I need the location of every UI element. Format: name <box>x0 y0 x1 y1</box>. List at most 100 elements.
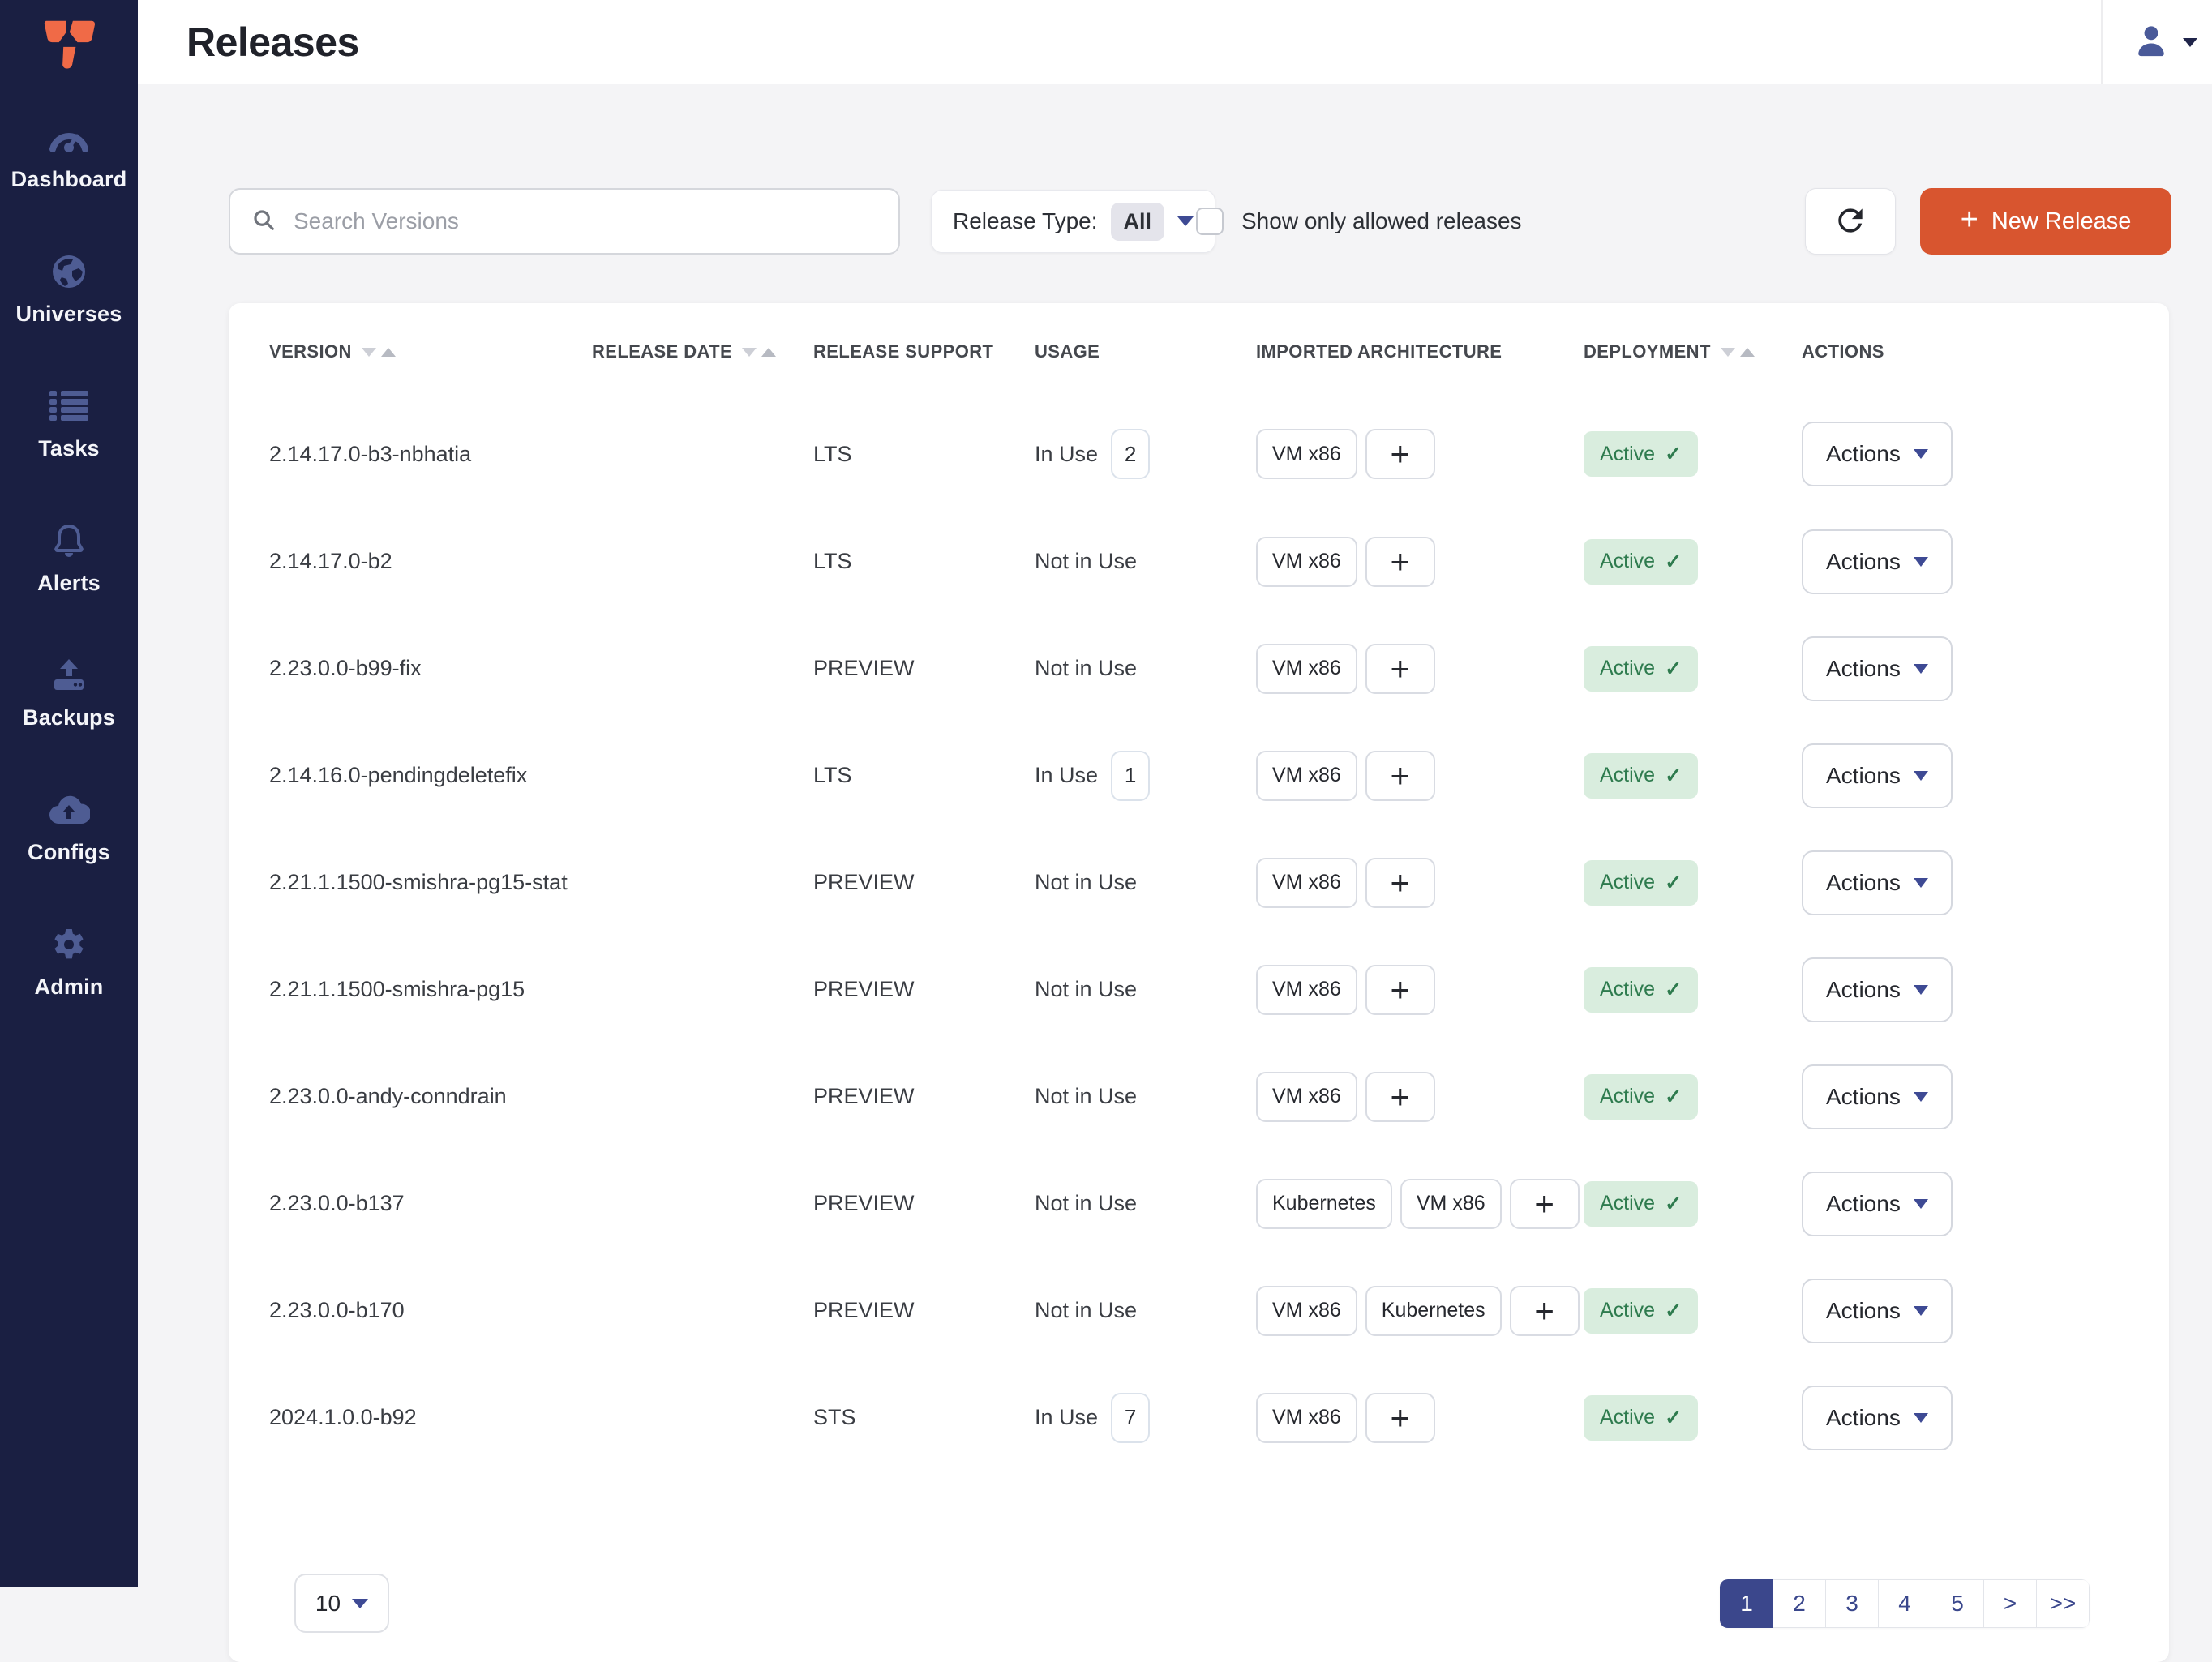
add-architecture-button[interactable]: + <box>1365 1393 1435 1443</box>
actions-label: Actions <box>1826 1298 1901 1324</box>
add-architecture-button[interactable]: + <box>1365 751 1435 801</box>
cloud-upload-icon <box>48 788 90 832</box>
architecture-chip: Kubernetes <box>1256 1179 1392 1229</box>
table-header-row: VERSION RELEASE DATE RELEASE SUPPORT USA… <box>269 303 2128 401</box>
check-icon: ✓ <box>1665 1406 1682 1430</box>
sidebar-item-universes[interactable]: Universes <box>0 238 138 327</box>
deployment-status-text: Active <box>1600 1406 1655 1429</box>
deployment-status-badge: Active ✓ <box>1584 860 1698 906</box>
pagination-page-5[interactable]: 5 <box>1931 1579 1984 1628</box>
sidebar-item-configs[interactable]: Configs <box>0 777 138 865</box>
add-architecture-button[interactable]: + <box>1510 1286 1580 1336</box>
usage-text: Not in Use <box>1035 1298 1137 1323</box>
release-support-text: LTS <box>813 442 852 467</box>
check-icon: ✓ <box>1665 657 1682 681</box>
search-input[interactable] <box>292 208 877 235</box>
pagination-page-1[interactable]: 1 <box>1720 1579 1773 1628</box>
deployment-cell: Active✓ <box>1584 1288 1802 1334</box>
release-support-text: PREVIEW <box>813 656 915 681</box>
chevron-down-icon <box>1914 1306 1928 1316</box>
pagination-page-3[interactable]: 3 <box>1825 1579 1879 1628</box>
release-support-cell: STS <box>813 1405 1035 1430</box>
search-icon <box>251 208 276 236</box>
architecture-chip: VM x86 <box>1400 1179 1502 1229</box>
chevron-down-icon <box>1914 1199 1928 1209</box>
add-architecture-button[interactable]: + <box>1365 537 1435 587</box>
pagination-page-4[interactable]: 4 <box>1878 1579 1931 1628</box>
actions-label: Actions <box>1826 870 1901 896</box>
deployment-status-badge: Active✓ <box>1584 539 1698 585</box>
page-size-select[interactable]: 10 <box>294 1574 389 1633</box>
chevron-down-icon <box>1177 216 1194 226</box>
version-cell: 2.23.0.0-b99-fix <box>269 656 592 681</box>
actions-dropdown-button[interactable]: Actions <box>1802 529 1953 594</box>
add-architecture-button[interactable]: + <box>1365 644 1435 694</box>
sidebar-item-backups[interactable]: Backups <box>0 642 138 730</box>
imported-architecture-cell: VM x86+ <box>1256 858 1584 908</box>
check-icon: ✓ <box>1665 1299 1682 1323</box>
show-only-allowed-checkbox[interactable] <box>1196 208 1224 235</box>
column-header-imported-architecture: IMPORTED ARCHITECTURE <box>1256 341 1584 362</box>
usage-text: Not in Use <box>1035 870 1137 895</box>
deployment-status-badge: Active✓ <box>1584 1288 1698 1334</box>
sort-icons[interactable] <box>742 348 776 357</box>
page-title: Releases <box>186 19 359 66</box>
release-type-select[interactable]: Release Type: All <box>931 190 1215 253</box>
actions-dropdown-button[interactable]: Actions <box>1802 1064 1953 1129</box>
deployment-status-text: Active <box>1600 871 1655 894</box>
pagination-page-2[interactable]: 2 <box>1773 1579 1826 1628</box>
sidebar-item-alerts[interactable]: Alerts <box>0 508 138 596</box>
imported-architecture-cell: VM x86+ <box>1256 537 1584 587</box>
version-cell: 2.21.1.1500-smishra-pg15 <box>269 977 592 1002</box>
add-architecture-button[interactable]: + <box>1365 858 1435 908</box>
new-release-button[interactable]: + New Release <box>1920 188 2171 255</box>
check-icon: ✓ <box>1665 764 1682 788</box>
usage-text: In Use <box>1035 1405 1098 1430</box>
check-icon: ✓ <box>1665 978 1682 1002</box>
release-support-cell: LTS <box>813 549 1035 574</box>
refresh-button[interactable] <box>1805 188 1896 255</box>
release-support-text: PREVIEW <box>813 1084 915 1109</box>
actions-dropdown-button[interactable]: Actions <box>1802 1386 1953 1450</box>
usage-cell: In Use7 <box>1035 1393 1256 1443</box>
sidebar-item-dashboard[interactable]: Dashboard <box>0 104 138 192</box>
release-support-cell: PREVIEW <box>813 1084 1035 1109</box>
actions-cell: Actions <box>1802 957 2128 1022</box>
column-header-release-date: RELEASE DATE <box>592 341 813 362</box>
add-architecture-button[interactable]: + <box>1365 429 1435 479</box>
actions-dropdown-button[interactable]: Actions <box>1802 422 1953 486</box>
usage-cell: Not in Use <box>1035 1298 1256 1323</box>
release-support-text: PREVIEW <box>813 977 915 1002</box>
add-architecture-button[interactable]: + <box>1510 1179 1580 1229</box>
actions-cell: Actions <box>1802 1064 2128 1129</box>
deployment-status-badge: Active✓ <box>1584 753 1698 799</box>
actions-dropdown-button[interactable]: Actions <box>1802 957 1953 1022</box>
actions-dropdown-button[interactable]: Actions <box>1802 1172 1953 1236</box>
sort-icons[interactable] <box>1721 348 1755 357</box>
table-row: 2.14.17.0-b2LTSNot in UseVM x86+Active✓A… <box>269 508 2128 615</box>
deployment-cell: Active✓ <box>1584 431 1802 477</box>
actions-dropdown-button[interactable]: Actions <box>1802 743 1953 808</box>
chevron-down-icon <box>1914 771 1928 781</box>
actions-dropdown-button[interactable]: Actions <box>1802 636 1953 701</box>
actions-cell: Actions <box>1802 1172 2128 1236</box>
yugabyte-logo[interactable] <box>37 13 101 76</box>
search-box <box>229 188 900 255</box>
refresh-icon <box>1833 203 1868 241</box>
sidebar-item-tasks[interactable]: Tasks <box>0 373 138 461</box>
sidebar-item-admin[interactable]: Admin <box>0 911 138 1000</box>
version-text: 2.23.0.0-b137 <box>269 1191 405 1216</box>
globe-icon <box>50 250 88 293</box>
pagination-page->>[interactable]: >> <box>2036 1579 2090 1628</box>
add-architecture-button[interactable]: + <box>1365 1072 1435 1122</box>
user-menu[interactable] <box>2133 0 2197 84</box>
check-icon: ✓ <box>1665 871 1682 895</box>
actions-dropdown-button[interactable]: Actions <box>1802 1279 1953 1343</box>
table-body: 2.14.17.0-b3-nbhatiaLTSIn Use2VM x86+Act… <box>269 401 2128 1471</box>
release-support-text: PREVIEW <box>813 1298 915 1323</box>
architecture-chip: VM x86 <box>1256 429 1357 479</box>
add-architecture-button[interactable]: + <box>1365 965 1435 1015</box>
actions-dropdown-button[interactable]: Actions <box>1802 850 1953 915</box>
pagination-page->[interactable]: > <box>1983 1579 2037 1628</box>
sort-icons[interactable] <box>362 348 396 357</box>
